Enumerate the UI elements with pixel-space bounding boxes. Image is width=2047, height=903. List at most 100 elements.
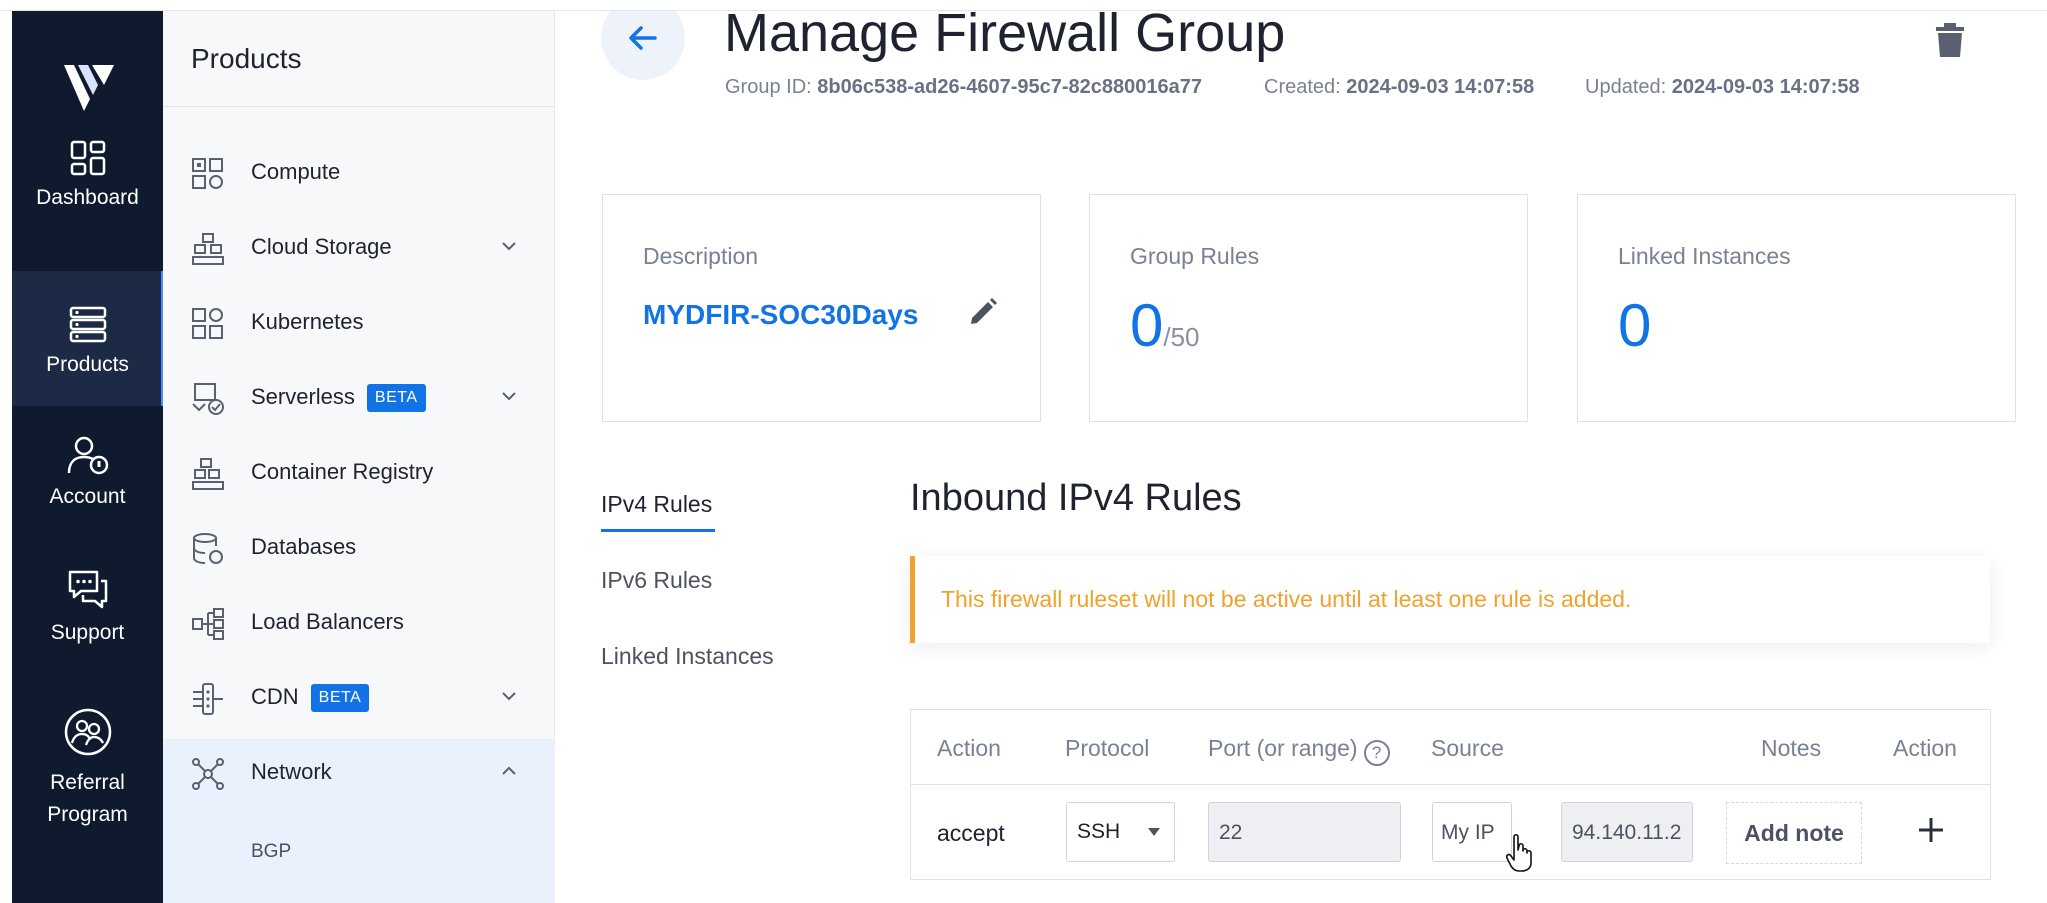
source-select[interactable]: My IP	[1432, 802, 1512, 862]
account-icon	[67, 436, 108, 475]
serverless-icon	[192, 383, 224, 415]
group-rules-max: /50	[1163, 322, 1200, 352]
database-icon	[193, 533, 223, 564]
sidebar-label-kubernetes: Kubernetes	[251, 309, 364, 334]
col-action: Action	[937, 735, 1001, 761]
sidebar-item-network[interactable]: Network	[163, 739, 555, 811]
rail-item-dashboard[interactable]: Dashboard	[12, 124, 163, 222]
linked-instances-label: Linked Instances	[1618, 243, 1791, 269]
sidebar-label-cdn: CDN BETA	[251, 684, 370, 712]
top-border	[0, 0, 2047, 11]
rule-action-value: accept	[937, 820, 1005, 846]
sidebar-item-cdn[interactable]: CDN BETA	[163, 664, 555, 730]
sidebar-label-load-balancers: Load Balancers	[251, 609, 404, 634]
compute-icon	[192, 158, 223, 189]
port-value: 22	[1219, 821, 1243, 844]
updated-date: Updated: 2024-09-03 14:07:58	[1585, 76, 1860, 98]
tab-ipv4-rules[interactable]: IPv4 Rules	[601, 491, 716, 532]
sidebar-label-serverless: Serverless BETA	[251, 384, 426, 412]
sidebar-item-cloud-storage[interactable]: Cloud Storage	[163, 214, 555, 280]
sidebar-label-databases: Databases	[251, 534, 357, 559]
caret-down-icon	[1148, 828, 1160, 836]
cdn-icon	[193, 683, 223, 715]
sidebar-label-compute: Compute	[251, 159, 341, 184]
rules-table: Action Protocol Port (or range)? Source …	[910, 709, 1991, 880]
table-header: Action Protocol Port (or range)? Source …	[911, 710, 1990, 785]
description-label: Description	[643, 243, 759, 269]
linked-instances-card: Linked Instances 0	[1577, 194, 2016, 422]
tab-ipv6-rules[interactable]: IPv6 Rules	[601, 567, 712, 594]
chevron-down-icon[interactable]	[501, 388, 517, 404]
rules-heading: Inbound IPv4 Rules	[910, 477, 1242, 519]
warning-text: This firewall ruleset will not be active…	[941, 586, 1632, 612]
rail-item-support[interactable]: Support	[12, 559, 163, 669]
network-icon	[192, 758, 224, 790]
source-ip-value: 94.140.11.2	[1572, 821, 1682, 844]
rail-label-products: Products	[46, 353, 129, 376]
plus-icon[interactable]	[1911, 810, 1951, 850]
container-registry-icon	[192, 458, 224, 490]
source-ip-input[interactable]: 94.140.11.2	[1561, 802, 1693, 862]
created-date: Created: 2024-09-03 14:07:58	[1264, 76, 1535, 98]
load-balancer-icon	[192, 608, 224, 640]
network-submenu: BGP	[163, 810, 555, 903]
source-value: My IP	[1441, 821, 1495, 844]
sidebar-label-cloud-storage: Cloud Storage	[251, 234, 392, 259]
sidebar-label-container-registry: Container Registry	[251, 459, 434, 484]
dashboard-icon	[70, 140, 105, 176]
sidebar-subitem-bgp[interactable]: BGP	[251, 841, 291, 863]
rail-label-program: Program	[47, 803, 128, 826]
panel-title: Products	[191, 43, 302, 74]
rail-item-referral[interactable]: Referral Program	[12, 697, 163, 847]
col-action-2: Action	[1893, 735, 1957, 761]
sidebar-label-network: Network	[251, 759, 332, 784]
description-value: MYDFIR-SOC30Days	[643, 299, 919, 330]
chevron-down-icon[interactable]	[501, 688, 517, 704]
page-title: Manage Firewall Group	[724, 3, 1286, 63]
col-notes: Notes	[1761, 735, 1822, 761]
kubernetes-icon	[192, 308, 223, 339]
pencil-icon[interactable]	[968, 297, 998, 327]
products-icon	[69, 306, 106, 343]
vultr-logo-icon[interactable]	[60, 55, 120, 119]
protocol-select[interactable]: SSH	[1066, 802, 1175, 862]
sidebar-item-kubernetes[interactable]: Kubernetes	[163, 289, 555, 355]
rail-label-dashboard: Dashboard	[36, 186, 139, 209]
description-card: Description MYDFIR-SOC30Days	[602, 194, 1041, 422]
sidebar-item-load-balancers[interactable]: Load Balancers	[163, 589, 555, 655]
col-source: Source	[1431, 735, 1504, 761]
group-id: Group ID: 8b06c538-ad26-4607-95c7-82c880…	[725, 76, 1203, 98]
port-input[interactable]: 22	[1208, 802, 1401, 862]
rail-item-products[interactable]: Products	[12, 271, 171, 406]
support-icon	[68, 570, 107, 609]
sidebar-item-compute[interactable]: Compute	[163, 139, 555, 205]
referral-icon	[64, 708, 111, 756]
help-icon[interactable]: ?	[1363, 740, 1390, 766]
col-port: Port (or range)?	[1208, 735, 1390, 766]
rail-label-account: Account	[49, 485, 126, 508]
panel-divider	[163, 106, 555, 107]
rail-item-account[interactable]: Account	[12, 421, 163, 531]
sidebar-item-serverless[interactable]: Serverless BETA	[163, 364, 555, 430]
warning-alert: This firewall ruleset will not be active…	[910, 556, 1990, 643]
beta-badge: BETA	[310, 684, 370, 712]
linked-instances-count: 0	[1618, 292, 1652, 359]
back-button[interactable]	[601, 0, 685, 80]
sidebar-item-container-registry[interactable]: Container Registry	[163, 439, 555, 505]
add-note-button[interactable]: Add note	[1726, 802, 1862, 864]
rail-label-referral: Referral	[50, 771, 125, 794]
arrow-left-icon	[629, 26, 657, 50]
cloud-storage-icon	[192, 233, 224, 265]
global-nav-rail: Dashboard Products Account Support Refer…	[12, 11, 171, 903]
group-rules-count: 0/50	[1130, 292, 1200, 359]
sidebar-item-databases[interactable]: Databases	[163, 514, 555, 580]
group-rules-card: Group Rules 0/50	[1089, 194, 1528, 422]
beta-badge: BETA	[366, 384, 426, 412]
chevron-down-icon[interactable]	[501, 238, 517, 254]
hand-cursor-icon	[1506, 833, 1532, 872]
trash-icon[interactable]	[1934, 22, 1966, 58]
group-rules-label: Group Rules	[1130, 243, 1260, 269]
tab-linked-instances[interactable]: Linked Instances	[601, 643, 774, 670]
products-panel: Products Compute Cloud Storage Kubernete…	[163, 11, 555, 903]
chevron-up-icon[interactable]	[501, 763, 517, 779]
